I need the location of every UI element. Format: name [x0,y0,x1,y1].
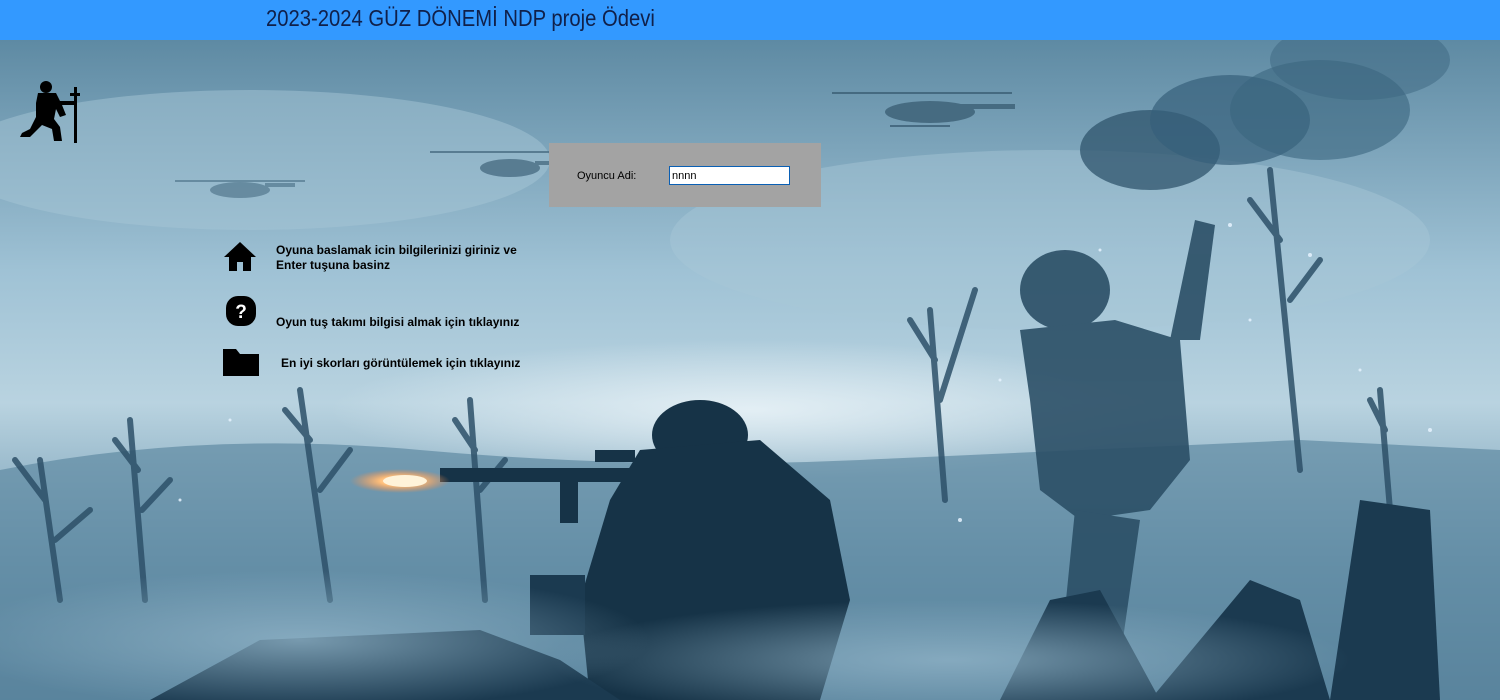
start-instruction-line1: Oyuna baslamak icin bilgilerinizi girini… [276,243,517,257]
player-name-label: Oyuncu Adi: [577,170,637,182]
folder-icon[interactable] [222,346,260,383]
player-name-input[interactable] [669,166,790,185]
title-bar: 2023-2024 GÜZ DÖNEMİ NDP proje Ödevi [0,0,1500,40]
home-icon[interactable] [223,240,257,277]
start-game-instruction: Oyuna baslamak icin bilgilerinizi girini… [276,243,517,273]
high-scores-link[interactable]: En iyi skorları görüntülemek için tıklay… [281,356,520,371]
kneeling-soldier-icon [16,79,82,150]
start-instruction-line2: Enter tuşuna basinz [276,258,391,272]
window-title: 2023-2024 GÜZ DÖNEMİ NDP proje Ödevi [266,5,655,31]
help-link[interactable]: Oyun tuş takımı bilgisi almak için tıkla… [276,315,519,330]
question-icon[interactable]: ? [225,295,257,332]
game-window: 2023-2024 GÜZ DÖNEMİ NDP proje Ödevi Oyu… [0,0,1500,700]
player-login-panel: Oyuncu Adi: [549,143,821,207]
svg-text:?: ? [235,302,247,323]
